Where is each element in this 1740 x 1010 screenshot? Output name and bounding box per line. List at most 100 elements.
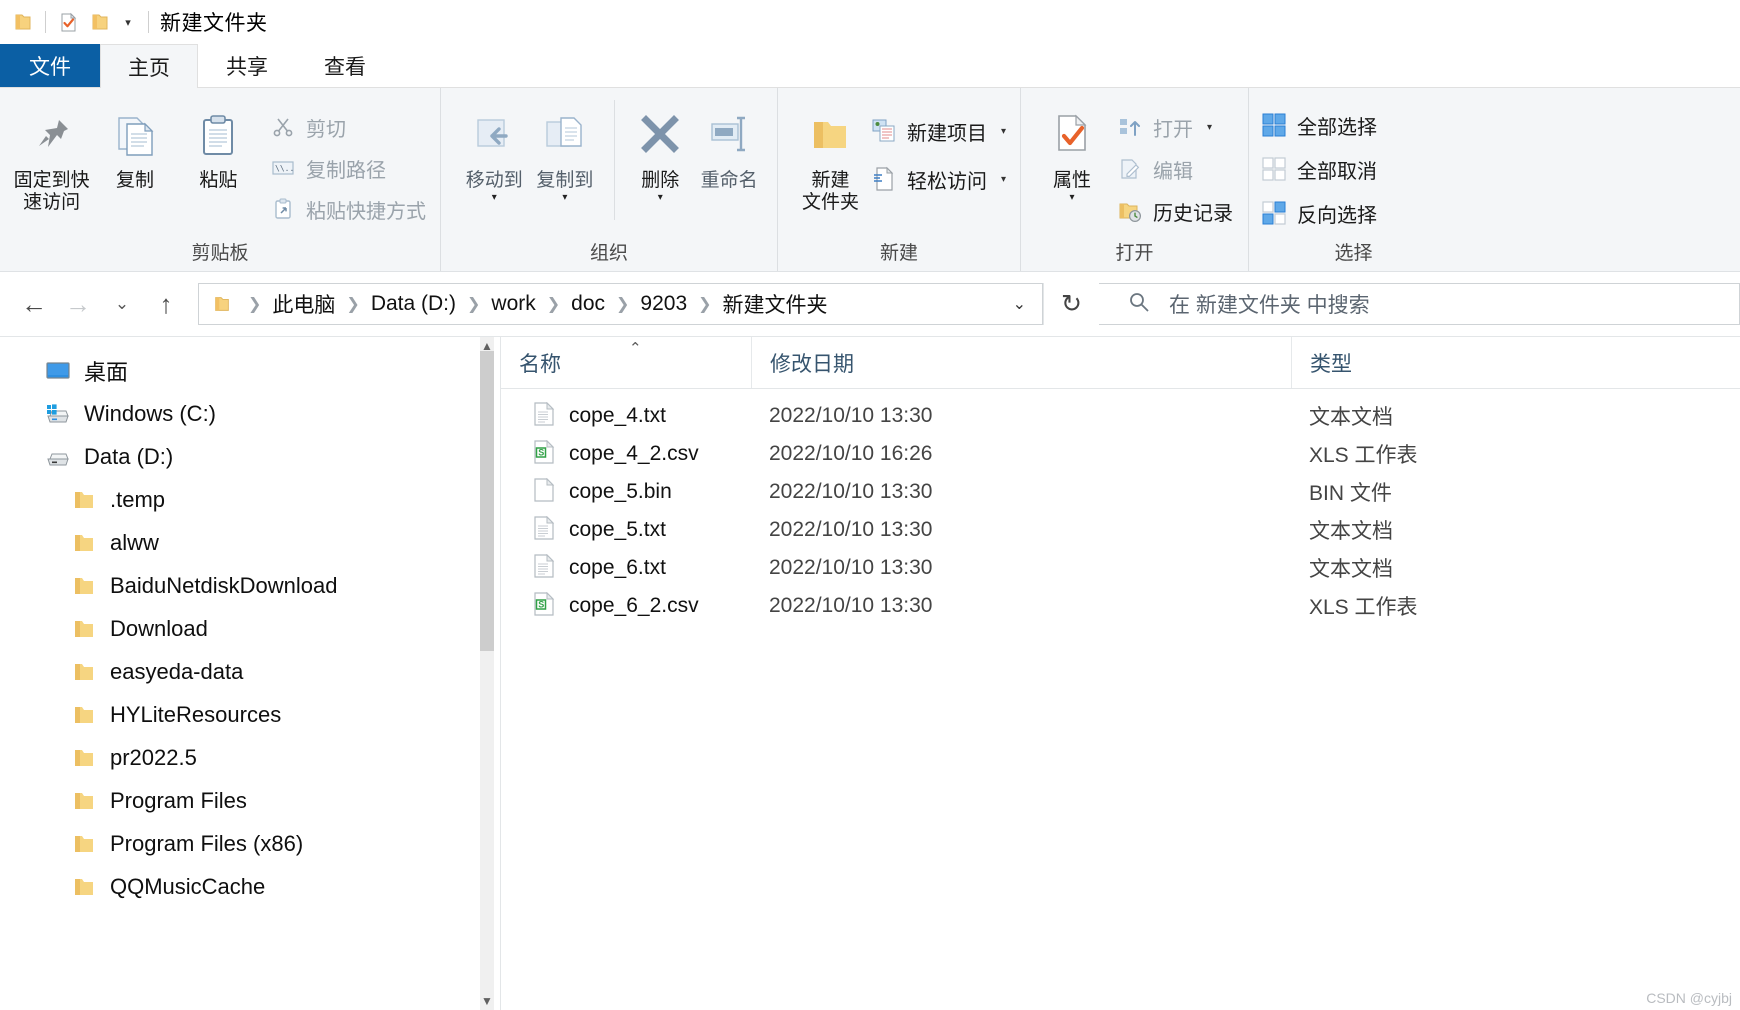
paste-button[interactable]: 粘贴 [177,100,260,192]
history-label: 历史记录 [1153,202,1233,225]
open-caret[interactable]: ▾ [1207,122,1212,133]
file-date: 2022/10/10 13:30 [769,594,933,617]
sidebar-item-download[interactable]: Download [0,607,500,650]
new-item-button[interactable]: 新建项目 ▾ [871,114,1010,148]
breadcrumb-separator[interactable]: ❯ [538,294,569,314]
delete-button[interactable]: 删除 ▾ [629,100,691,202]
breadcrumb-item-this-pc[interactable]: 此电脑 [270,289,337,319]
table-row[interactable]: S cope_4_2.csv 2022/10/10 16:26 XLS 工作表 [501,435,1740,473]
folder-icon[interactable] [10,9,36,35]
easy-access-button[interactable]: 轻松访问 ▾ [871,162,1010,196]
table-row[interactable]: cope_6.txt 2022/10/10 13:30 文本文档 [501,549,1740,587]
search-box[interactable]: 在 新建文件夹 中搜索 [1099,283,1740,325]
file-type: XLS 工作表 [1309,444,1418,467]
up-button[interactable]: ↑ [144,282,188,326]
column-header-name[interactable]: 名称 ⌃ [501,337,751,388]
properties-check-icon[interactable] [55,9,81,35]
move-to-caret[interactable]: ▾ [492,192,497,202]
cut-label: 剪切 [305,118,346,141]
back-button[interactable]: ← [12,282,56,326]
open-button[interactable]: 打开 ▾ [1117,110,1237,144]
sidebar-item-windows-c[interactable]: Windows (C:) [0,392,500,435]
select-all-button[interactable]: 全部选择 [1261,108,1381,142]
edit-button[interactable]: 编辑 [1117,152,1237,186]
breadcrumb-item-data-d[interactable]: Data (D:) [369,292,458,316]
recent-locations-button[interactable]: ⌄ [100,282,144,326]
column-header-type-label: 类型 [1310,352,1352,376]
sidebar-item-label: 桌面 [84,359,129,385]
delete-caret[interactable]: ▾ [658,192,663,202]
scroll-up-arrow-icon[interactable]: ▲ [480,337,494,355]
sidebar-item-data-d[interactable]: Data (D:) [0,435,500,478]
properties-caret[interactable]: ▾ [1069,192,1074,202]
navigation-pane-scrollbar[interactable]: ▲ ▼ [474,337,500,1010]
paste-shortcut-button[interactable]: 粘贴快捷方式 [270,192,430,226]
new-folder-button[interactable]: 新建 文件夹 [794,100,867,214]
tab-share[interactable]: 共享 [198,44,296,88]
move-to-button[interactable]: 移动到 ▾ [459,100,530,202]
sidebar-item-label: pr2022.5 [110,744,197,770]
scrollbar-thumb[interactable] [480,351,494,651]
cut-button[interactable]: 剪切 [270,110,430,144]
easy-access-icon [871,166,897,192]
search-placeholder: 在 新建文件夹 中搜索 [1169,294,1370,317]
table-row[interactable]: cope_5.txt 2022/10/10 13:30 文本文档 [501,511,1740,549]
sidebar-item-pr2022-5[interactable]: pr2022.5 [0,736,500,779]
open-icon [1117,114,1143,140]
sidebar-item-temp[interactable]: .temp [0,478,500,521]
new-item-caret[interactable]: ▾ [1001,126,1006,137]
svg-text:\\...: \\... [275,164,295,173]
breadcrumb-separator[interactable]: ❯ [689,294,720,314]
refresh-button[interactable]: ↻ [1043,283,1099,325]
tab-home[interactable]: 主页 [100,44,198,89]
ribbon-group-organize: 移动到 ▾ 复制到 ▾ 删除 ▾ 重命名 组织 [440,88,777,271]
forward-button[interactable]: → [56,282,100,326]
table-row[interactable]: cope_5.bin 2022/10/10 13:30 BIN 文件 [501,473,1740,511]
invert-selection-button[interactable]: 反向选择 [1261,196,1381,230]
sidebar-item-program-files[interactable]: Program Files [0,779,500,822]
sidebar-item-alww[interactable]: alww [0,521,500,564]
new-folder-icon[interactable] [87,9,113,35]
content-area: 桌面 Windows (C:) Data (D:) .temp alww Bai… [0,336,1740,1010]
easy-access-caret[interactable]: ▾ [1001,174,1006,185]
select-none-icon [1261,156,1287,182]
select-none-button[interactable]: 全部取消 [1261,152,1381,186]
breadcrumb-separator[interactable]: ❯ [239,294,270,314]
history-button[interactable]: 历史记录 [1117,194,1237,228]
csv-file-icon: S [533,439,555,469]
customize-quick-access-caret[interactable]: ▾ [117,16,139,29]
scroll-down-arrow-icon[interactable]: ▼ [480,992,494,1010]
sidebar-item-hyliteresources[interactable]: HYLiteResources [0,693,500,736]
windows-drive-icon [44,400,72,428]
address-bar[interactable]: ❯ 此电脑 ❯ Data (D:) ❯ work ❯ doc ❯ 9203 ❯ … [198,283,1043,325]
sidebar-item-desktop[interactable]: 桌面 [0,349,500,392]
properties-button[interactable]: 属性 ▾ [1035,100,1109,202]
sidebar-item-easyeda-data[interactable]: easyeda-data [0,650,500,693]
sidebar-item-program-files-x86[interactable]: Program Files (x86) [0,822,500,865]
address-dropdown-caret[interactable]: ⌄ [1003,294,1036,314]
breadcrumb-separator[interactable]: ❯ [458,294,489,314]
breadcrumb-separator[interactable]: ❯ [337,294,368,314]
column-header-date[interactable]: 修改日期 [751,337,1291,388]
copy-button[interactable]: 复制 [93,100,176,192]
sidebar-item-baidunetdiskdownload[interactable]: BaiduNetdiskDownload [0,564,500,607]
sidebar-item-qqmusiccache[interactable]: QQMusicCache [0,865,500,908]
pin-to-quick-access-button[interactable]: 固定到快 速访问 [10,100,93,214]
paste-shortcut-icon [270,196,296,222]
copy-to-button[interactable]: 复制到 ▾ [530,100,601,202]
breadcrumb-item-current-folder[interactable]: 新建文件夹 [721,289,830,319]
tab-file[interactable]: 文件 [0,44,100,88]
breadcrumb-item-doc[interactable]: doc [569,292,607,316]
tab-view[interactable]: 查看 [296,44,394,88]
rename-button[interactable]: 重命名 [691,100,767,192]
sidebar-item-label: .temp [110,486,166,512]
column-header-type[interactable]: 类型 [1291,337,1551,388]
breadcrumb-item-9203[interactable]: 9203 [638,292,689,316]
table-row[interactable]: cope_4.txt 2022/10/10 13:30 文本文档 [501,397,1740,435]
copy-to-caret[interactable]: ▾ [562,192,567,202]
breadcrumb-item-work[interactable]: work [489,292,537,316]
table-row[interactable]: S cope_6_2.csv 2022/10/10 13:30 XLS 工作表 [501,587,1740,625]
copy-path-button[interactable]: \\... 复制路径 [270,151,430,185]
properties-check-icon [1046,106,1098,162]
breadcrumb-separator[interactable]: ❯ [607,294,638,314]
